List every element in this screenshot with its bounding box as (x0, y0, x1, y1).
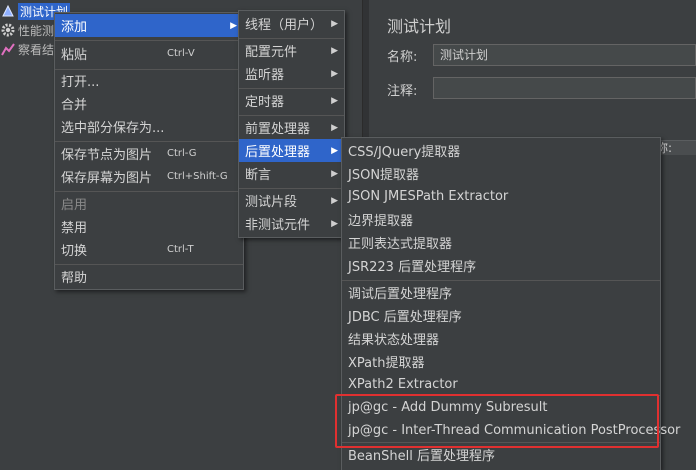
menu-item-test-fragment[interactable]: 测试片段 ▶ (239, 189, 344, 212)
menu-item-open[interactable]: 打开... (55, 69, 243, 92)
menu-item-enable[interactable]: 启用 (55, 192, 243, 215)
menu-item-toggle[interactable]: 切换 Ctrl-T (55, 238, 243, 261)
menu-item-add[interactable]: 添加 ▶ (55, 14, 243, 37)
menu-item-debug-postprocessor[interactable]: 调试后置处理程序 (342, 281, 660, 304)
menu-item-threads[interactable]: 线程（用户） ▶ (239, 12, 344, 35)
comment-label: 注释: (387, 84, 418, 99)
menu-item-assertion[interactable]: 断言 ▶ (239, 162, 344, 185)
menu-item-css-jquery-extractor[interactable]: CSS/JQuery提取器 (342, 139, 660, 162)
gear-icon (0, 22, 16, 38)
menu-item-xpath-extractor[interactable]: XPath提取器 (342, 350, 660, 373)
menu-item-save-selection[interactable]: 选中部分保存为... (55, 115, 243, 138)
tree-item-listener[interactable]: 察看结 (0, 40, 54, 58)
panel-title: 测试计划 (387, 17, 452, 36)
menu-item-json-extractor[interactable]: JSON提取器 (342, 162, 660, 185)
menu-item-pre-processor[interactable]: 前置处理器 ▶ (239, 116, 344, 139)
menu-item-result-status-handler[interactable]: 结果状态处理器 (342, 327, 660, 350)
menu-item-xpath2-extractor[interactable]: XPath2 Extractor (342, 373, 660, 396)
context-menu: 添加 ▶ 粘贴 Ctrl-V 打开... 合并 选中部分保存为... 保存节点为图片… (54, 12, 244, 290)
tree-item-label: 性能测 (18, 23, 55, 38)
menu-item-jsr223-postprocessor[interactable]: JSR223 后置处理程序 (342, 254, 660, 277)
menu-item-timer[interactable]: 定时器 ▶ (239, 89, 344, 112)
tree-item-thread-group[interactable]: 性能测 (0, 21, 54, 39)
menu-item-jpgc-dummy-subresult[interactable]: jp@gc - Add Dummy Subresult (342, 396, 660, 419)
menu-item-config-element[interactable]: 配置元件 ▶ (239, 39, 344, 62)
tree-item-label: 察看结 (18, 42, 55, 57)
menu-item-paste[interactable]: 粘贴 Ctrl-V (55, 42, 243, 65)
menu-item-listener[interactable]: 监听器 ▶ (239, 62, 344, 85)
post-processor-submenu: CSS/JQuery提取器 JSON提取器 JSON JMESPath Extr… (341, 137, 680, 470)
name-field[interactable]: 测试计划 (433, 44, 696, 66)
menu-item-json-jmespath-extractor[interactable]: JSON JMESPath Extractor (342, 185, 660, 208)
menu-item-merge[interactable]: 合并 (55, 92, 243, 115)
comment-field[interactable] (433, 77, 696, 99)
test-plan-icon (0, 3, 16, 19)
listener-icon (0, 41, 16, 57)
menu-item-jpgc-inter-thread-communication[interactable]: jp@gc - Inter-Thread Communication PostP… (342, 419, 680, 442)
menu-item-help[interactable]: 帮助 (55, 265, 243, 288)
name-label: 名称: (387, 50, 418, 65)
menu-item-disable[interactable]: 禁用 (55, 215, 243, 238)
menu-item-jdbc-postprocessor[interactable]: JDBC 后置处理程序 (342, 304, 660, 327)
menu-item-non-test-elements[interactable]: 非测试元件 ▶ (239, 212, 344, 235)
menu-item-regex-extractor[interactable]: 正则表达式提取器 (342, 231, 660, 254)
menu-item-beanshell-postprocessor[interactable]: BeanShell 后置处理程序 (342, 443, 660, 466)
add-submenu: 线程（用户） ▶ 配置元件 ▶ 监听器 ▶ 定时器 ▶ 前置处理器 ▶ 后置处理器 ▶ 断言… (238, 10, 345, 238)
menu-item-boundary-extractor[interactable]: 边界提取器 (342, 208, 660, 231)
menu-item-save-node-image[interactable]: 保存节点为图片 Ctrl-G (55, 142, 243, 165)
menu-item-post-processor[interactable]: 后置处理器 ▶ (239, 139, 344, 162)
menu-item-save-screen-image[interactable]: 保存屏幕为图片 Ctrl+Shift-G (55, 165, 243, 188)
